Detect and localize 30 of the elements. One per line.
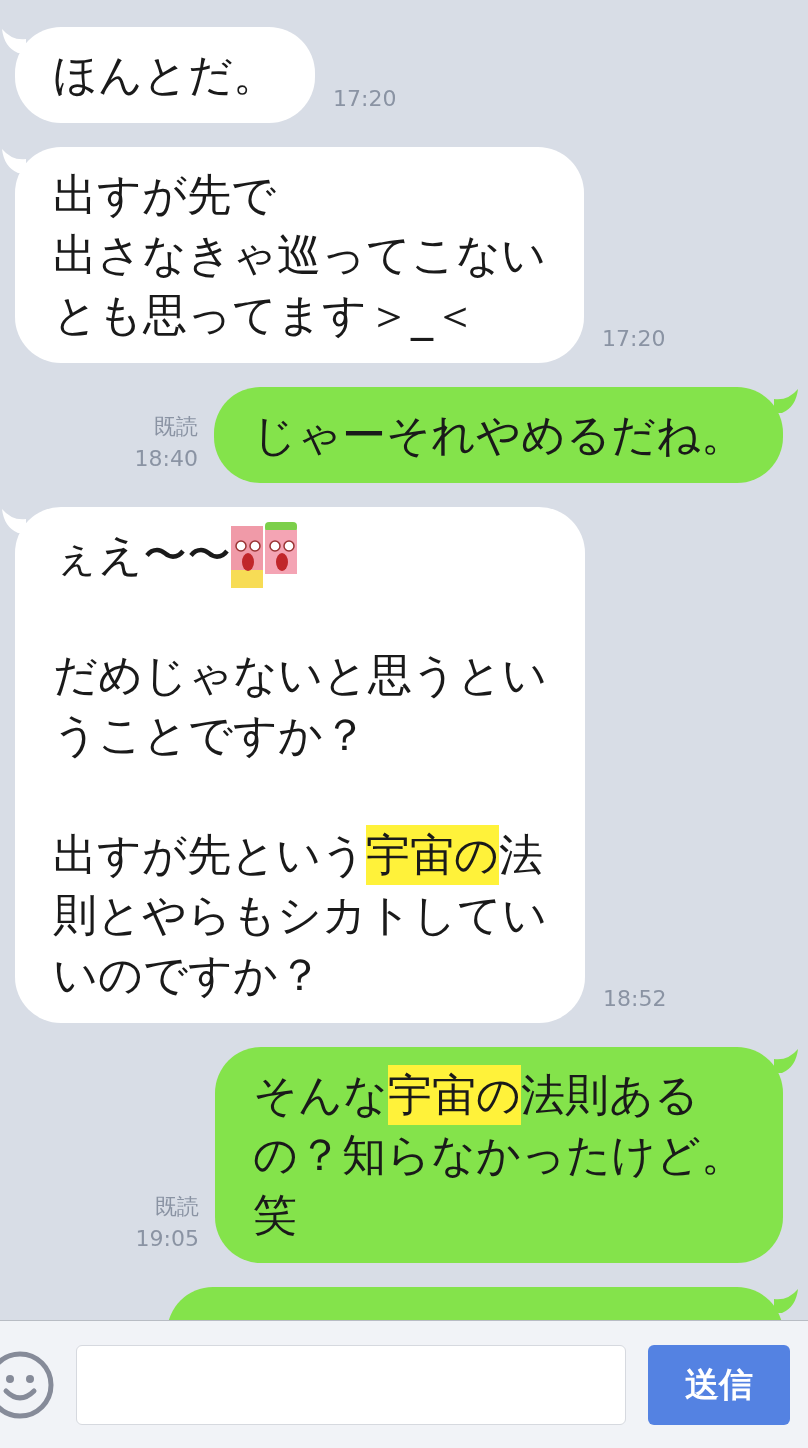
message-text: 法則ある: [521, 1068, 699, 1122]
message-text: いのですか？: [53, 948, 322, 1002]
read-receipt: 既読: [154, 413, 198, 441]
message-text: 笑: [253, 1188, 297, 1242]
message-text: 出さなきゃ巡ってこない: [53, 228, 546, 282]
message-text: 則とやらもシカトしてい: [53, 888, 547, 942]
send-button[interactable]: 送信: [648, 1344, 790, 1425]
message-text: じゃーそれやめるだね。: [252, 408, 745, 462]
message-text: とも思ってます＞_＜: [53, 288, 477, 343]
message-text: の？知らなかったけど。: [253, 1128, 745, 1182]
message-text: 法: [499, 828, 543, 882]
message-text: だめじゃないと思うとい: [53, 648, 547, 702]
timestamp: 18:40: [134, 445, 198, 473]
timestamp: 19:05: [135, 1225, 199, 1253]
emoji-icon[interactable]: [0, 1350, 54, 1419]
timestamp: 18:52: [603, 985, 667, 1013]
message-text: ぇえ〜〜: [53, 528, 231, 582]
message-text: そんな: [253, 1068, 388, 1122]
message-text: ほんとだ。: [53, 48, 277, 102]
timestamp: 17:20: [602, 325, 666, 353]
message-text: 出すが先という: [53, 828, 366, 882]
highlighted-text: 宇宙の: [366, 825, 499, 885]
message-text: うことですか？: [53, 708, 367, 762]
message-input[interactable]: [76, 1344, 626, 1425]
screaming-faces-icon: [231, 522, 297, 588]
read-receipt: 既読: [155, 1193, 199, 1221]
bubble-tail: [774, 1287, 800, 1313]
highlighted-text: 宇宙の: [388, 1065, 521, 1125]
message-text: 出すが先で: [53, 168, 276, 222]
timestamp: 17:20: [333, 85, 397, 113]
